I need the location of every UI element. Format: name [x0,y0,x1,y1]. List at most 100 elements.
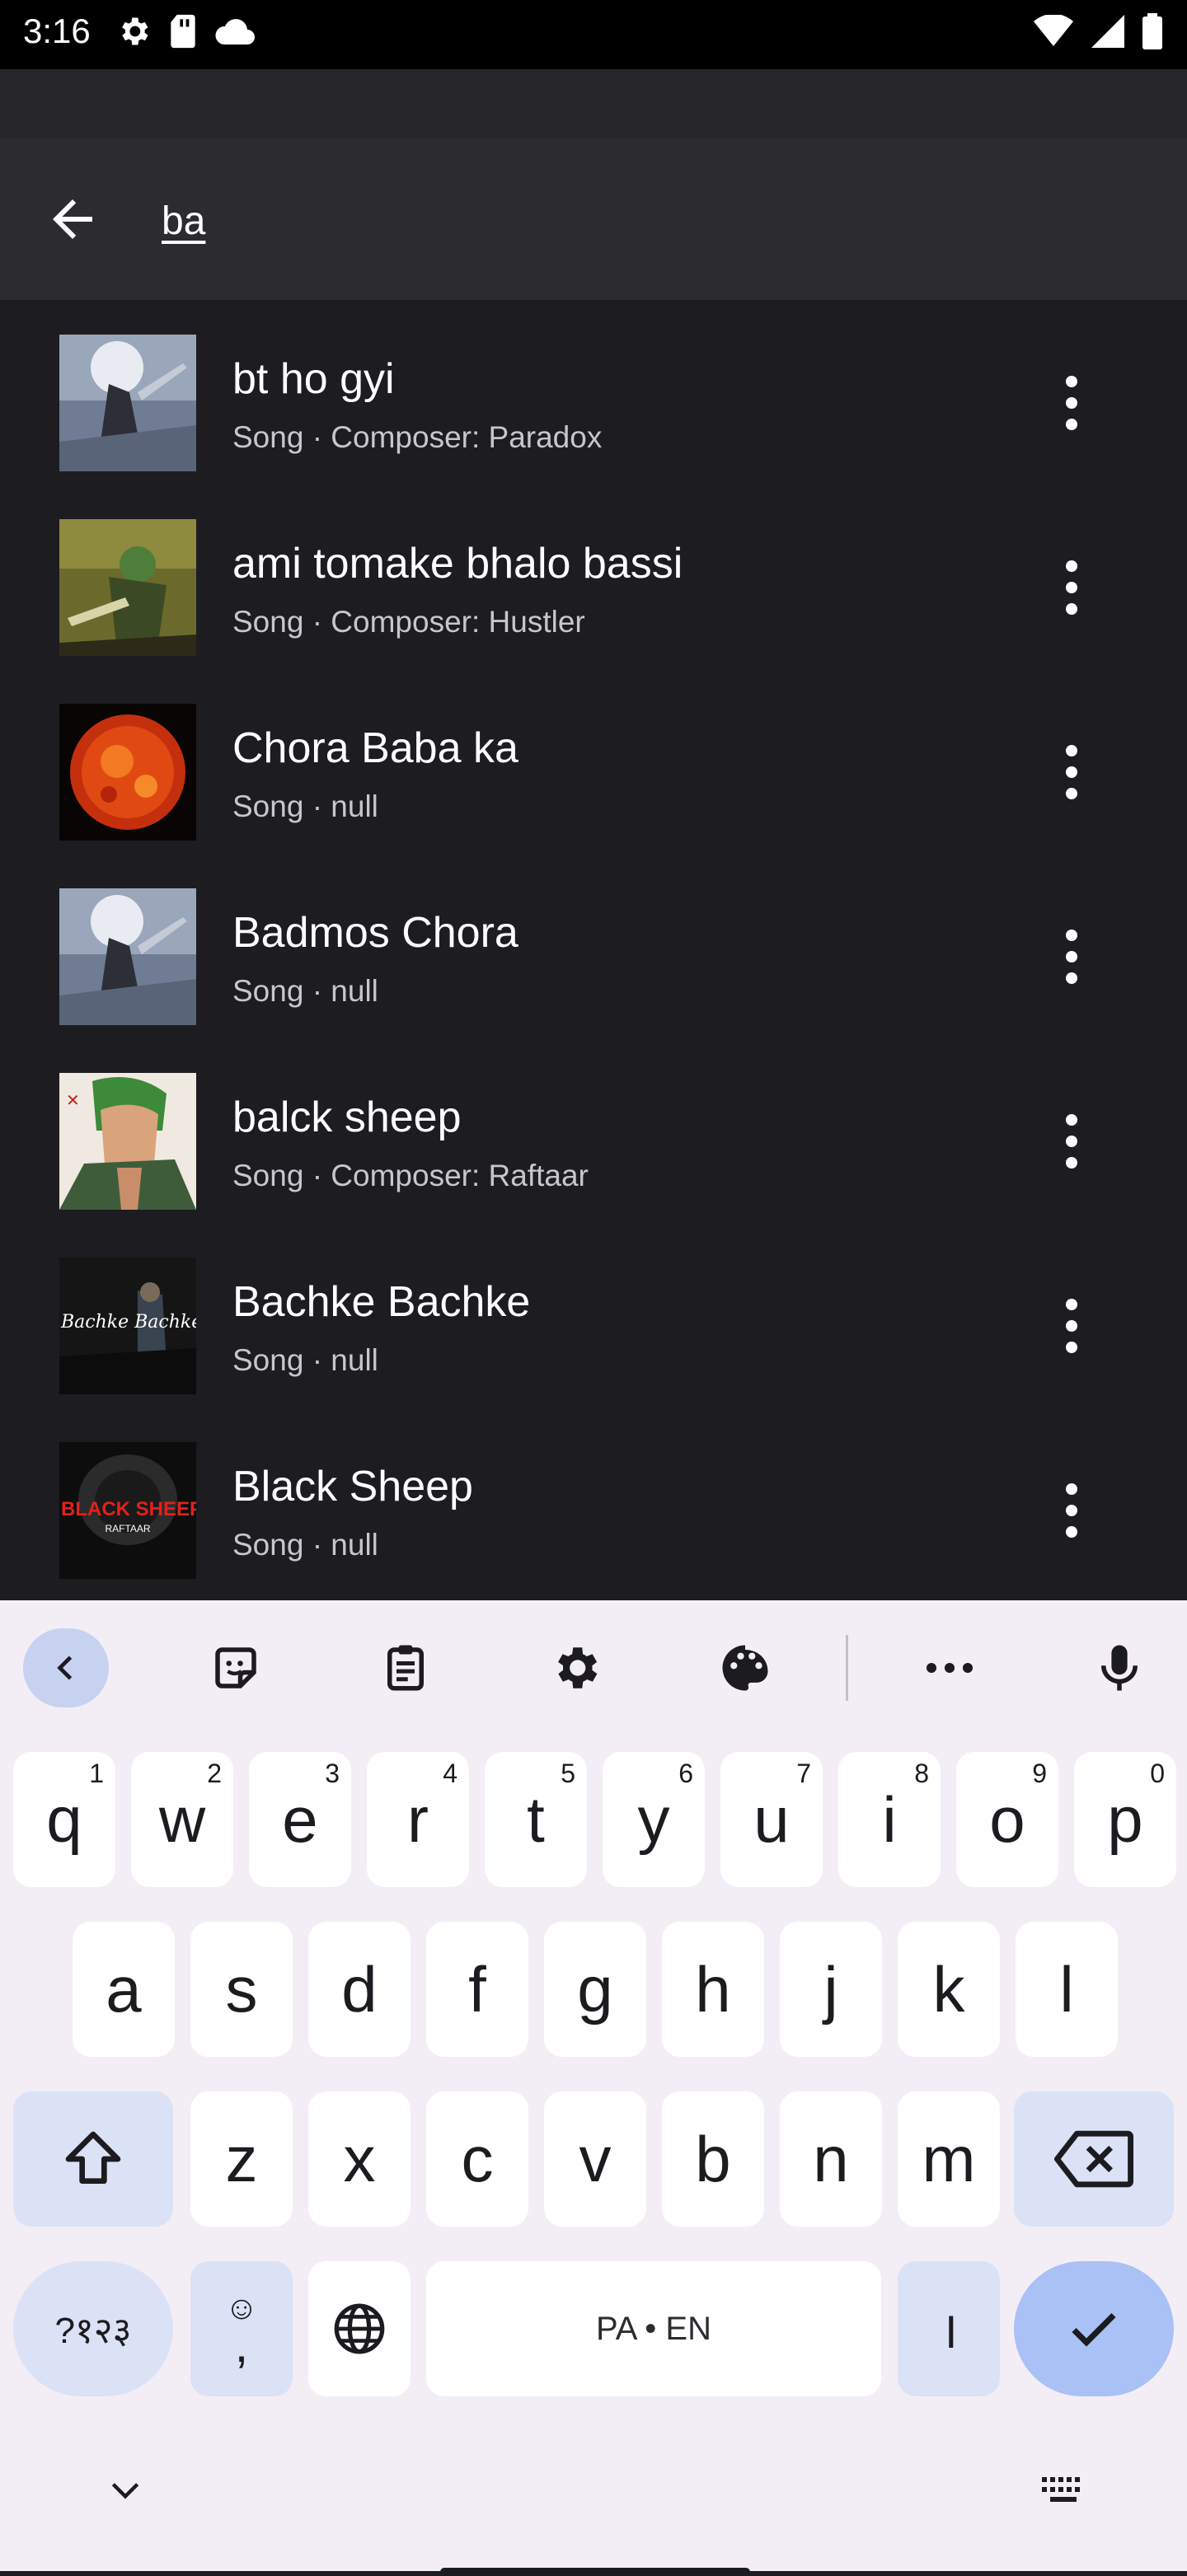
emoji-comma-key[interactable]: ☺ , [190,2261,293,2396]
key-x[interactable]: x [308,2091,411,2227]
more-options-button[interactable] [1042,1096,1101,1187]
back-button[interactable] [33,180,112,259]
more-horiz-icon [922,1656,977,1680]
more-options-button[interactable] [1042,727,1101,817]
backspace-key[interactable] [1014,2091,1174,2227]
key-hint: 7 [796,1759,811,1788]
key-label: b [695,2122,731,2195]
album-art: Bachke Bachke [59,1258,196,1394]
song-title: balck sheep [232,1094,462,1141]
key-f[interactable]: f [426,1922,528,2057]
album-art: BLACK SHEEP RAFTAAR [59,1442,196,1579]
key-w[interactable]: 2w [131,1752,233,1887]
enter-key[interactable] [1014,2261,1174,2396]
more-options-button[interactable] [1042,542,1101,633]
sd-card-icon [167,13,199,49]
status-icons-right [1034,13,1162,49]
album-art-text: RAFTAAR [105,1523,151,1534]
key-o[interactable]: 9o [956,1752,1058,1887]
song-subtitle: Song · null [232,789,378,823]
shift-icon [60,2126,126,2192]
song-subtitle: Song · Composer: Hustler [232,605,585,639]
more-vert-icon [1066,376,1077,430]
key-label: h [695,1952,731,2026]
more-options-button[interactable] [1042,1281,1101,1371]
song-subtitle: Song · null [232,1343,378,1377]
more-tools-button[interactable] [907,1628,992,1707]
keyboard-settings-button[interactable] [533,1628,618,1707]
key-j[interactable]: j [780,1922,882,2057]
key-a[interactable]: a [73,1922,175,2057]
more-options-button[interactable] [1042,911,1101,1002]
key-t[interactable]: 5t [485,1752,587,1887]
keyboard-collapse-toolbar-button[interactable] [23,1628,109,1707]
list-item[interactable]: Chora Baba ka Song · null [0,669,1187,854]
danda-key[interactable]: । [898,2261,1000,2396]
sticker-icon [209,1641,263,1695]
switch-keyboard-button[interactable] [1035,2467,1091,2513]
key-k[interactable]: k [898,1922,1000,2057]
key-label: a [106,1952,142,2026]
language-key[interactable] [308,2261,411,2396]
list-item[interactable]: bt ho gyi Song · Composer: Paradox [0,300,1187,485]
song-title: ami tomake bhalo bassi [232,540,683,588]
key-p[interactable]: 0p [1074,1752,1176,1887]
sticker-button[interactable] [193,1628,279,1707]
shift-key[interactable] [13,2091,173,2227]
key-c[interactable]: c [426,2091,528,2227]
key-v[interactable]: v [544,2091,646,2227]
key-label: u [753,1782,790,1856]
voice-input-button[interactable] [1077,1628,1162,1707]
key-label: d [341,1952,378,2026]
key-y[interactable]: 6y [603,1752,705,1887]
key-b[interactable]: b [662,2091,764,2227]
key-label: i [882,1782,897,1856]
key-label: q [46,1782,82,1856]
key-z[interactable]: z [190,2091,293,2227]
signal-icon [1091,15,1124,48]
list-item[interactable]: ✕ balck sheep Song · Composer: Raftaar [0,1038,1187,1223]
more-options-button[interactable] [1042,358,1101,448]
list-item[interactable]: BLACK SHEEP RAFTAAR Black Sheep Song · n… [0,1407,1187,1592]
settings-icon [115,13,152,49]
hide-keyboard-button[interactable] [97,2467,153,2513]
album-art-text: BLACK SHEEP [61,1498,196,1520]
clipboard-button[interactable] [363,1628,448,1707]
album-art: ✕ [59,1073,196,1210]
search-input[interactable] [162,188,1068,254]
key-label: r [407,1782,429,1856]
key-d[interactable]: d [308,1922,411,2057]
key-h[interactable]: h [662,1922,764,2057]
list-item[interactable]: ami tomake bhalo bassi Song · Composer: … [0,485,1187,669]
key-u[interactable]: 7u [720,1752,823,1887]
key-label: f [468,1952,486,2026]
backspace-icon [1054,2130,1133,2188]
key-l[interactable]: l [1016,1922,1118,2057]
theme-button[interactable] [702,1628,788,1707]
gesture-handle[interactable] [440,2568,750,2576]
list-item[interactable]: Bachke Bachke Bachke Bachke Song · null [0,1223,1187,1407]
song-subtitle: Song · null [232,1528,378,1562]
list-item[interactable]: Badmos Chora Song · null [0,854,1187,1038]
key-e[interactable]: 3e [249,1752,351,1887]
key-q[interactable]: 1q [13,1752,115,1887]
key-r[interactable]: 4r [367,1752,469,1887]
song-title: Chora Baba ka [232,724,518,772]
wifi-icon [1034,15,1073,48]
key-g[interactable]: g [544,1922,646,2057]
song-title: bt ho gyi [232,355,395,403]
key-label: PA • EN [596,2310,711,2347]
key-m[interactable]: m [898,2091,1000,2227]
symbols-key[interactable]: ?१२३ [13,2261,173,2396]
key-label: l [1059,1952,1074,2026]
song-subtitle: Song · Composer: Raftaar [232,1159,589,1192]
key-s[interactable]: s [190,1922,293,2057]
app-top-band [0,69,1187,138]
globe-icon [331,2300,388,2358]
key-i[interactable]: 8i [838,1752,941,1887]
album-art [59,519,196,656]
key-n[interactable]: n [780,2091,882,2227]
more-options-button[interactable] [1042,1465,1101,1556]
svg-text:✕: ✕ [66,1092,80,1110]
space-key[interactable]: PA • EN [426,2261,881,2396]
